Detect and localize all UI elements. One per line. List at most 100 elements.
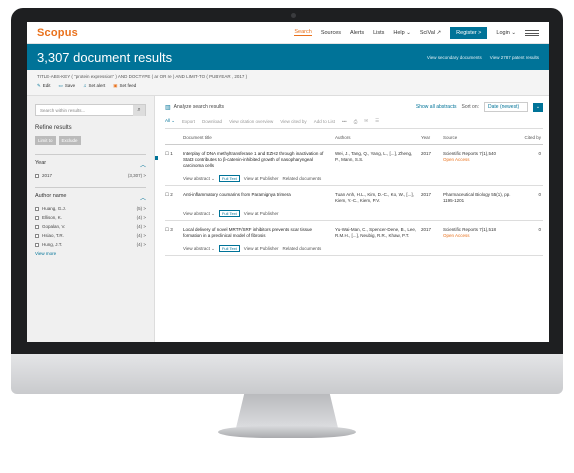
save-icon: ▭ [58,83,63,88]
citation-overview-button[interactable]: View citation overview [229,119,273,124]
checkbox[interactable] [35,206,39,211]
select-all-dropdown[interactable]: All ⌄ [165,118,175,124]
authors-text[interactable]: Wei, J., Tang, Q., Yang, L., [...], Zhen… [335,151,421,169]
export-button[interactable]: Export [182,119,195,124]
print-icon[interactable]: ⎙ [354,119,358,124]
chevron-up-icon: ︿ [139,163,146,169]
monitor-mockup: Scopus Search Sources Alerts Lists Help … [0,0,574,473]
facet-row[interactable]: Hung, J.T. (4) > [35,242,146,247]
monitor-stand-base [218,426,356,438]
refine-results-heading: Refine results [35,125,72,131]
cited-by-count[interactable]: 0 [517,151,541,169]
analyze-results-link[interactable]: Analyze search results [174,104,224,110]
column-document-title[interactable]: Document title [183,135,335,140]
open-access-label: Open Access [443,233,470,238]
chevron-down-icon[interactable]: ⌄ [533,102,543,112]
source-link[interactable]: Scientific Reports 7(1),540 [443,151,496,156]
rss-icon: ▣ [113,83,118,88]
patent-results-link[interactable]: View 2787 patent results [490,55,539,60]
checkbox[interactable] [35,215,39,220]
checkbox[interactable] [35,224,39,229]
author-facet-header[interactable]: Author name ︿ [35,193,146,202]
view-abstract-link[interactable]: View abstract ⌄ [183,211,215,217]
facet-row[interactable]: Gopalan, V. (4) > [35,224,146,229]
view-more-link[interactable]: View more [35,251,146,256]
search-within-input[interactable]: Search within results... ⌕ [35,104,146,116]
bibliography-icon[interactable]: ☰ [375,118,379,124]
cited-by-count[interactable]: 0 [517,192,541,204]
nav-lists[interactable]: Lists [373,30,384,36]
view-at-publisher-link[interactable]: View at Publisher [244,211,279,216]
column-authors[interactable]: Authors [335,135,421,140]
scopus-logo[interactable]: Scopus [37,27,78,39]
download-button[interactable]: Download [202,119,222,124]
row-checkbox[interactable]: ☐ 1 [165,151,183,169]
refine-sidebar: Search within results... ⌕ Refine result… [27,96,155,342]
show-all-abstracts-link[interactable]: Show all abstracts [416,104,457,110]
register-button[interactable]: Register > [450,26,488,39]
checkbox[interactable] [35,242,39,247]
view-cited-by-button[interactable]: View cited by [280,119,306,124]
document-title-link[interactable]: Local delivery of novel MRTF/SRF inhibit… [183,227,335,239]
row-checkbox[interactable]: ☐ 3 [165,227,183,239]
screen: Scopus Search Sources Alerts Lists Help … [27,22,549,342]
row-checkbox[interactable]: ☐ 2 [165,192,183,204]
results-count-title: 3,307 document results [37,49,173,65]
set-feed-link[interactable]: ▣ Set feed [113,83,136,89]
year-text: 2017 [421,151,432,156]
view-at-publisher-link[interactable]: View at Publisher [244,246,279,251]
view-at-publisher-link[interactable]: View at Publisher [244,176,279,181]
monitor-chin [11,354,563,394]
sort-select[interactable]: Date (newest) [484,102,528,112]
add-to-list-button[interactable]: Add to List [314,119,335,124]
view-abstract-link[interactable]: View abstract ⌄ [183,246,215,252]
full-text-button[interactable]: Full Text [218,175,240,182]
results-content: Search within results... ⌕ Refine result… [27,96,549,342]
facet-row[interactable]: Ellison, K. (4) > [35,215,146,220]
source-link[interactable]: Pharmaceutical Biology 55(1), pp. 1195-1… [443,192,511,203]
table-row: ☐ 1 Interplay of DNA methyltransferase 1… [165,145,543,186]
cited-by-count[interactable]: 0 [517,227,541,239]
column-year[interactable]: Year [421,135,443,140]
secondary-documents-link[interactable]: View secondary documents [427,55,482,60]
chevron-up-icon: ︿ [139,196,146,202]
source-cell: Pharmaceutical Biology 55(1), pp. 1195-1… [443,192,517,204]
related-documents-link[interactable]: Related documents [282,246,321,251]
checkbox[interactable] [35,233,39,238]
top-navigation-bar: Scopus Search Sources Alerts Lists Help … [27,22,549,44]
limit-to-button[interactable]: Limit to [35,136,56,145]
nav-search[interactable]: Search [294,29,312,36]
checkbox[interactable] [35,173,39,178]
hamburger-menu-icon[interactable] [525,29,539,36]
nav-sources[interactable]: Sources [321,30,341,36]
nav-help[interactable]: Help ⌄ [393,30,410,36]
document-title-link[interactable]: Anti-inflammatory coumarins from Paramig… [183,192,335,204]
edit-query-link[interactable]: ✎ Edit [37,83,51,89]
column-cited-by[interactable]: Cited by [517,135,541,140]
nav-alerts[interactable]: Alerts [350,30,364,36]
login-button[interactable]: Login ⌄ [496,30,516,36]
set-alert-link[interactable]: ♫ Set alert [83,83,105,89]
view-abstract-link[interactable]: View abstract ⌄ [183,176,215,182]
document-title-link[interactable]: Interplay of DNA methyltransferase 1 and… [183,151,335,169]
year-facet-header[interactable]: Year ︿ [35,160,146,169]
query-actions: ✎ Edit ▭ Save ♫ Set alert ▣ Set feed [37,83,539,89]
more-options-button[interactable]: ••• [342,119,347,124]
exclude-button[interactable]: Exclude [58,136,81,145]
authors-text[interactable]: Yu-Wai-Man, C., Spencer-Dene, B., Lee, R… [335,227,421,239]
facet-row[interactable]: Huang, G.J. (5) > [35,206,146,211]
search-icon[interactable]: ⌕ [133,104,145,116]
full-text-button[interactable]: Full Text [218,210,240,217]
top-nav-links: Search Sources Alerts Lists Help ⌄ SciVa… [294,26,539,39]
authors-text[interactable]: Tuan Anh, H.L., Kim, D.-C., Ko, W., [...… [335,192,421,204]
email-icon[interactable]: ✉ [364,118,368,124]
column-source[interactable]: Source [443,135,517,140]
nav-scival[interactable]: SciVal ↗ [420,30,441,36]
save-query-link[interactable]: ▭ Save [59,83,76,89]
facet-row[interactable]: 2017 (3,307) > [35,173,146,178]
related-documents-link[interactable]: Related documents [282,176,321,181]
search-query-string: TITLE-ABS-KEY ( "protein expression" ) A… [37,74,248,79]
full-text-button[interactable]: Full Text [218,245,240,252]
source-link[interactable]: Scientific Reports 7(1),518 [443,227,496,232]
facet-row[interactable]: Hsiao, T.R. (4) > [35,233,146,238]
